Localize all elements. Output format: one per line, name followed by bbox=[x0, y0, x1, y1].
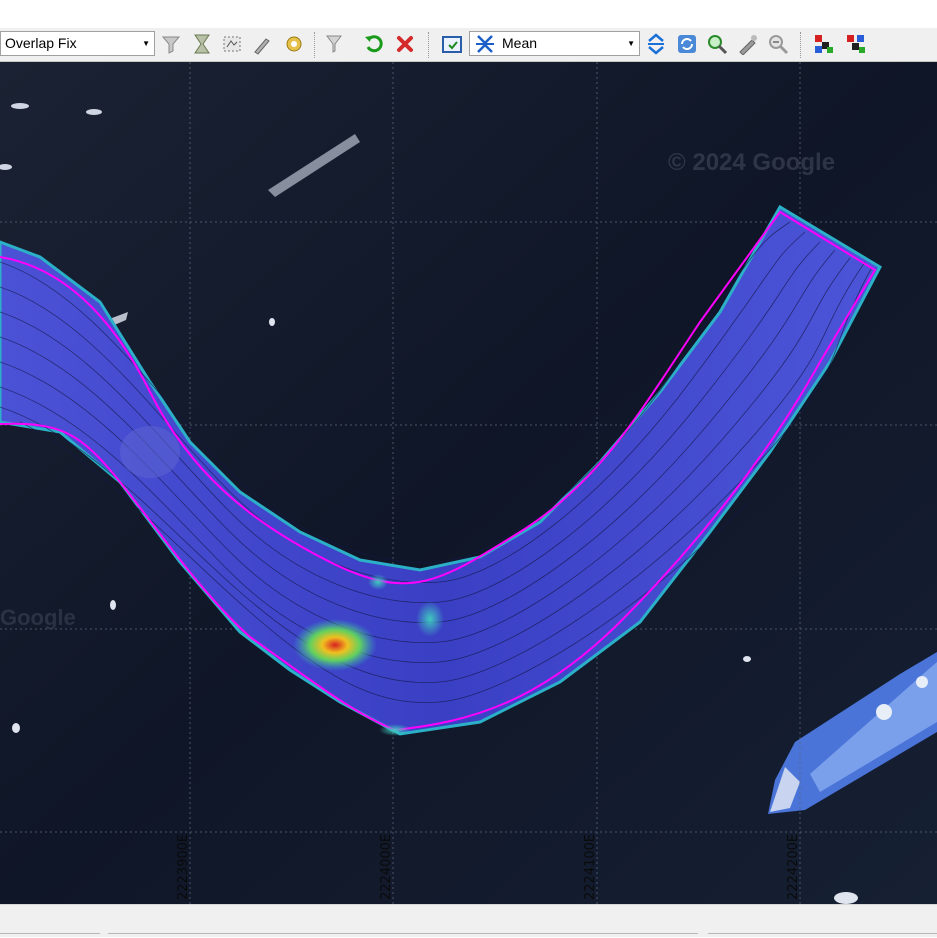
hourglass-filter-icon[interactable] bbox=[190, 32, 214, 56]
pick-tool-icon[interactable] bbox=[736, 32, 760, 56]
expand-arrows-icon[interactable] bbox=[644, 32, 668, 56]
collapse-arrows-icon bbox=[474, 34, 496, 61]
zoom-extent-icon[interactable] bbox=[705, 32, 729, 56]
chevron-down-icon: ▼ bbox=[142, 39, 150, 48]
cancel-icon[interactable] bbox=[393, 32, 417, 56]
small-boat bbox=[269, 318, 275, 326]
shoal-feature bbox=[368, 574, 388, 590]
chevron-down-icon: ▼ bbox=[627, 39, 635, 48]
surface-mode-value: Mean bbox=[502, 35, 538, 51]
easting-label-2: 2224000E bbox=[379, 834, 394, 900]
map-view[interactable]: © 2024 Google Google 2223900E 2224000E 2… bbox=[0, 62, 937, 904]
status-panel bbox=[708, 933, 937, 938]
settings-filter-icon[interactable] bbox=[282, 32, 306, 56]
status-bar bbox=[0, 904, 937, 937]
grid-color-icon[interactable] bbox=[812, 32, 836, 56]
status-panel bbox=[108, 933, 698, 938]
grid-view-icon[interactable] bbox=[844, 32, 868, 56]
window-check-icon[interactable] bbox=[440, 32, 464, 56]
main-toolbar: Overlap Fix ▼ Mean ▼ bbox=[0, 28, 937, 62]
shoal-feature bbox=[120, 426, 180, 478]
easting-label-3: 2224100E bbox=[583, 834, 598, 900]
small-boat bbox=[110, 600, 116, 610]
toolbar-separator bbox=[428, 32, 430, 58]
filter-mode-select[interactable]: Overlap Fix ▼ bbox=[0, 31, 155, 56]
top-blank-area bbox=[0, 0, 937, 28]
status-panel bbox=[0, 933, 100, 938]
surface-mode-select[interactable]: Mean ▼ bbox=[469, 31, 640, 56]
shoal-feature bbox=[416, 601, 444, 637]
small-boat bbox=[86, 109, 102, 115]
filter-mode-value: Overlap Fix bbox=[5, 35, 77, 51]
filter-tool-icon[interactable] bbox=[159, 32, 183, 56]
small-boat bbox=[834, 892, 858, 904]
brush-tool-icon[interactable] bbox=[250, 32, 274, 56]
zoom-out-icon[interactable] bbox=[766, 32, 790, 56]
toolbar-separator bbox=[314, 32, 316, 58]
google-watermark: © 2024 Google bbox=[668, 149, 835, 176]
small-boat bbox=[743, 656, 751, 662]
small-boat bbox=[12, 723, 20, 733]
easting-label-1: 2223900E bbox=[176, 834, 191, 900]
refresh-icon[interactable] bbox=[675, 32, 699, 56]
area-select-icon[interactable] bbox=[220, 32, 244, 56]
shoal-feature bbox=[379, 724, 411, 736]
google-watermark-2: Google bbox=[0, 605, 76, 630]
undo-icon[interactable] bbox=[362, 32, 386, 56]
map-canvas[interactable]: © 2024 Google Google 2223900E 2224000E 2… bbox=[0, 62, 937, 904]
reject-filter-icon[interactable] bbox=[322, 32, 346, 56]
toolbar-separator bbox=[800, 32, 802, 58]
easting-label-4: 2224200E bbox=[786, 834, 801, 900]
small-boat bbox=[11, 103, 29, 109]
shoal-hotspot bbox=[293, 619, 377, 671]
